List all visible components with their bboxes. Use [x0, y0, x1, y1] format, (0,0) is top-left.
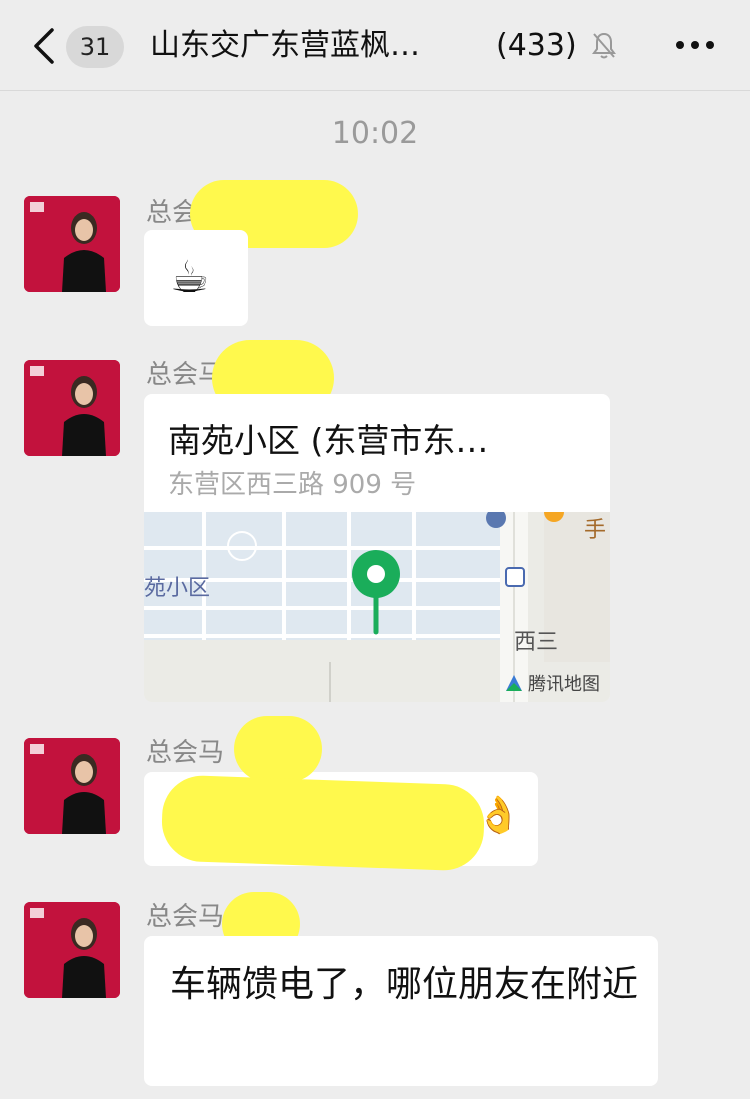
- tencent-map-icon: [506, 675, 522, 691]
- sender-avatar[interactable]: [24, 902, 120, 998]
- sender-avatar[interactable]: [24, 738, 120, 834]
- map-poi-label: 手: [584, 518, 607, 543]
- map-road-label: 西三: [514, 630, 559, 655]
- sender-avatar[interactable]: [24, 196, 120, 292]
- message-bubble[interactable]: ☕: [144, 230, 248, 326]
- sender-name: 总会马: [146, 738, 225, 768]
- message-bubble[interactable]: 车辆馈电了，哪位朋友在附近: [144, 936, 658, 1086]
- unread-count-badge[interactable]: 31: [66, 26, 124, 68]
- chat-header: 31 山东交广东营蓝枫… (433): [0, 0, 750, 91]
- map-provider-name: 腾讯地图: [528, 674, 600, 695]
- location-address: 东营区西三路 909 号: [168, 470, 417, 500]
- sender-avatar[interactable]: [24, 360, 120, 456]
- map-preview[interactable]: 苑小区 西三 手 腾讯地图: [144, 512, 610, 702]
- coffee-emoji: ☕: [170, 252, 210, 303]
- group-title: 山东交广东营蓝枫…: [150, 28, 420, 63]
- redaction-mark: [234, 716, 322, 782]
- message-text: 车辆馈电了，哪位朋友在附近: [170, 964, 639, 1005]
- map-area-label: 苑小区: [144, 576, 211, 601]
- sender-name: 总会马: [146, 902, 225, 932]
- location-card[interactable]: 南苑小区 (东营市东… 东营区西三路 909 号 苑小区 西三 手 腾讯地图: [144, 394, 610, 702]
- chevron-left-icon[interactable]: [26, 22, 62, 70]
- more-options-icon[interactable]: [672, 30, 718, 60]
- message-timestamp: 10:02: [331, 116, 419, 151]
- member-count: (433): [496, 28, 577, 63]
- muted-bell-icon: [592, 32, 616, 59]
- location-name: 南苑小区 (东营市东…: [168, 421, 489, 460]
- map-provider-logo: 腾讯地图: [504, 670, 600, 696]
- redaction-mark: [160, 774, 486, 872]
